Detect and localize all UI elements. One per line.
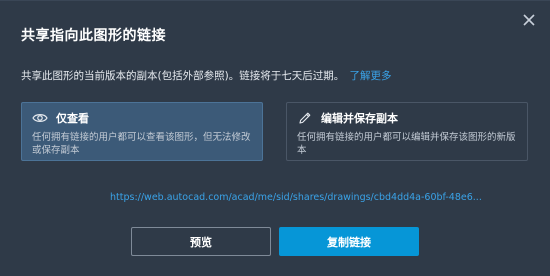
- share-link-url[interactable]: https://web.autocad.com/acad/me/sid/shar…: [110, 192, 482, 203]
- description-text: 共享此图形的当前版本的副本(包括外部参照)。链接将于七天后过期。: [21, 70, 345, 82]
- close-icon[interactable]: [522, 13, 536, 27]
- dialog-title: 共享指向此图形的链接: [21, 28, 166, 44]
- view-only-label: 仅查看: [56, 112, 89, 125]
- edit-save-option[interactable]: 编辑并保存副本 任何拥有链接的用户都可以编辑并保存该图形的新版本: [286, 102, 528, 161]
- view-only-option[interactable]: 仅查看 任何拥有链接的用户都可以查看该图形，但无法修改或保存副本: [21, 102, 263, 161]
- edit-save-label: 编辑并保存副本: [321, 112, 398, 125]
- pencil-icon: [297, 111, 313, 125]
- preview-button[interactable]: 预览: [131, 227, 271, 256]
- edit-save-description: 任何拥有链接的用户都可以编辑并保存该图形的新版本: [297, 132, 516, 156]
- learn-more-link[interactable]: 了解更多: [350, 70, 392, 82]
- share-link-dialog: 共享指向此图形的链接 共享此图形的当前版本的副本(包括外部参照)。链接将于七天后…: [0, 0, 550, 276]
- eye-icon: [32, 111, 48, 125]
- copy-link-button[interactable]: 复制链接: [279, 227, 419, 256]
- dialog-description: 共享此图形的当前版本的副本(包括外部参照)。链接将于七天后过期。 了解更多: [21, 68, 392, 83]
- view-only-description: 任何拥有链接的用户都可以查看该图形，但无法修改或保存副本: [32, 132, 251, 156]
